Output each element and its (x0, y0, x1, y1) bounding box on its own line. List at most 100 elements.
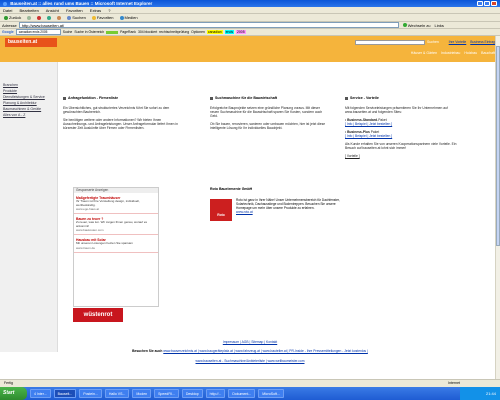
pagerank-label: PageRank (120, 30, 136, 34)
top-link-business[interactable]: Business Eintrag (470, 40, 495, 44)
taskbar-item[interactable]: MicroSoft... (258, 389, 284, 398)
ad-item[interactable]: Hausbau mit Solar Mit unseren Lösungen h… (74, 235, 158, 253)
nav-item-a-z[interactable]: Alles von A - Z (0, 112, 57, 118)
ad-url[interactable]: www.ego-haus.at (76, 207, 156, 211)
category-tabs: Häuser & Gärten Industriebau Holzbau Bau… (411, 51, 495, 55)
taskbar-item[interactable]: Dokument... (228, 389, 256, 398)
ad-desc: Zu teuer, was tun. Wir zeigen Ihnen gena… (76, 220, 148, 228)
search-icon (67, 15, 72, 20)
popup-blocker[interactable]: 304 blockiert (138, 30, 157, 34)
taskbar-item[interactable]: Hallo VS... (104, 389, 130, 398)
ad-item[interactable]: Bauen zu teuer ? Zu teuer, was tun. Wir … (74, 214, 158, 235)
footer-more: www.bauseiten.at - Suchmaschine/Anbieter… (0, 359, 500, 363)
address-input[interactable]: http://www.bauseiten.at/ (18, 22, 399, 28)
stop-button[interactable] (35, 15, 43, 21)
search-button[interactable]: Suchen (65, 15, 88, 21)
minimize-button[interactable] (477, 1, 483, 6)
favorites-button[interactable]: Favoriten (90, 15, 116, 21)
highlight-term-2[interactable]: ends (224, 30, 235, 34)
tab-construction[interactable]: Bauchaft (481, 51, 495, 55)
refresh-icon (47, 15, 52, 20)
forward-arrow-icon (27, 15, 32, 20)
column-title: Service - Vorteile (345, 96, 465, 100)
window-titlebar: Bauseiten.at :: alles rund ums Bauen :: … (0, 0, 500, 7)
options-button[interactable]: Optionen (191, 30, 205, 34)
roto-description: Roto ist ganz in Ihrer Nähe! Unser Unter… (236, 198, 340, 214)
system-tray-clock[interactable]: 21:44 (460, 387, 500, 400)
scroll-thumb[interactable] (496, 46, 500, 246)
pagerank-bar (106, 30, 119, 34)
go-button[interactable]: Wechseln zu (401, 22, 433, 28)
site-search-input[interactable] (355, 40, 425, 45)
site-logo[interactable]: bauseiten.at (5, 38, 57, 47)
google-toolbar: Google canadian ends 2005 Suche Suche in… (0, 29, 500, 36)
highlight-term-1[interactable]: canadian (206, 30, 223, 34)
zone-indicator: Internet (448, 381, 460, 385)
google-search-button[interactable]: Suche (63, 30, 73, 34)
roto-logo[interactable]: Roto (210, 199, 232, 221)
go-arrow-icon (402, 23, 407, 27)
menu-view[interactable]: Ansicht (46, 8, 59, 13)
menu-favorites[interactable]: Favoriten (66, 8, 83, 13)
package-plus: • Business-Plus Paket[ Info | Beispiel |… (345, 130, 393, 138)
ad-desc: Ihr Traum ist Ihre Vorstellung design, i… (76, 199, 140, 207)
taskbar-item[interactable]: SpeedFil... (154, 389, 179, 398)
roto-title: Roto Bauelemente GmbH (210, 187, 253, 191)
google-search-austria[interactable]: Suche in Österreich (74, 30, 104, 34)
site-search-button[interactable]: Suchen (427, 40, 439, 44)
column-title: Suchmaschine für die Bauwirtschaft (210, 96, 330, 100)
refresh-button[interactable] (45, 15, 53, 21)
star-icon (91, 15, 96, 20)
column-text: Als Kunde erhalten Sie von unseren Koope… (345, 142, 457, 150)
benefits-link[interactable]: [ Vorteile ] (345, 154, 465, 158)
address-label: Adresse (2, 22, 17, 28)
wuestenrot-banner[interactable]: wüstenrot (73, 308, 123, 322)
close-button[interactable] (491, 1, 497, 6)
column-search-engine: Suchmaschine für die Bauwirtschaft Erfol… (210, 96, 330, 134)
maximize-button[interactable] (484, 1, 490, 6)
roto-link[interactable]: www.roto.at (236, 210, 253, 214)
ad-item[interactable]: Maßgefertigte Traumhäuser Ihr Traum ist … (74, 193, 158, 214)
sponsored-ads: Gesponserte Anzeigen Maßgefertigte Traum… (73, 187, 159, 307)
taskbar-item[interactable]: Bauseit... (53, 389, 77, 398)
menu-tools[interactable]: Extras (90, 8, 101, 13)
taskbar: Start 4 Inter... Bauseit... Postein... H… (0, 387, 500, 400)
taskbar-item[interactable]: Desktop (181, 389, 203, 398)
footer-links: Impressum | AGB | Sitemap | Kontakt (0, 340, 500, 344)
page-scrollbar[interactable] (495, 36, 500, 379)
column-text: Sie benötigen weitere oder andere Inform… (63, 118, 178, 130)
standard-toolbar: Zurück Suchen Favoriten Medien (0, 14, 500, 22)
column-inquiry: Anfragefunktion - Firmenliste Ein Übersi… (63, 96, 183, 134)
media-button[interactable]: Medien (118, 15, 140, 21)
tab-houses[interactable]: Häuser & Gärten (411, 51, 437, 55)
package-standard-links[interactable]: [ Info | Beispiel | Jetzt bestellen ] (345, 122, 392, 126)
package-plus-links[interactable]: [ Info | Beispiel | Jetzt bestellen ] (345, 134, 392, 138)
ad-url[interactable]: www.baukosten.com (76, 228, 156, 232)
home-button[interactable] (55, 15, 63, 21)
taskbar-item[interactable]: Moden (132, 389, 152, 398)
start-button[interactable]: Start (0, 387, 27, 400)
stop-icon (37, 15, 42, 20)
links-button[interactable]: Links (435, 23, 444, 28)
menu-file[interactable]: Datei (3, 8, 12, 13)
google-logo: Google (2, 30, 14, 34)
tab-wood[interactable]: Holzbau (464, 51, 477, 55)
footer-more-links[interactable]: www.bauseiten.at - Suchmaschine/Anbieter… (196, 359, 305, 363)
ad-url[interactable]: www.traum.de (76, 246, 156, 250)
menu-edit[interactable]: Bearbeiten (19, 8, 38, 13)
back-button[interactable]: Zurück (2, 15, 23, 21)
home-icon (57, 15, 62, 20)
taskbar-item[interactable]: http://... (205, 389, 226, 398)
spellcheck-button[interactable]: rechtschreibprüfung (159, 30, 189, 34)
status-text: Fertig (4, 381, 13, 385)
taskbar-item[interactable]: 4 Inter... (30, 389, 51, 398)
menu-help[interactable]: ? (108, 8, 110, 13)
top-link-benefits[interactable]: Ihre Vorteile (449, 40, 467, 44)
google-search-input[interactable]: canadian ends 2005 (15, 29, 61, 35)
taskbar-item[interactable]: Postein... (79, 389, 102, 398)
footer-partner-links[interactable]: www.bauverzeichnis.at | www.baugerätepla… (163, 349, 368, 353)
highlight-term-3[interactable]: 2005 (236, 30, 246, 34)
footer-nav[interactable]: Impressum | AGB | Sitemap | Kontakt (223, 340, 277, 344)
forward-button[interactable] (25, 15, 33, 21)
tab-industry[interactable]: Industriebau (441, 51, 460, 55)
